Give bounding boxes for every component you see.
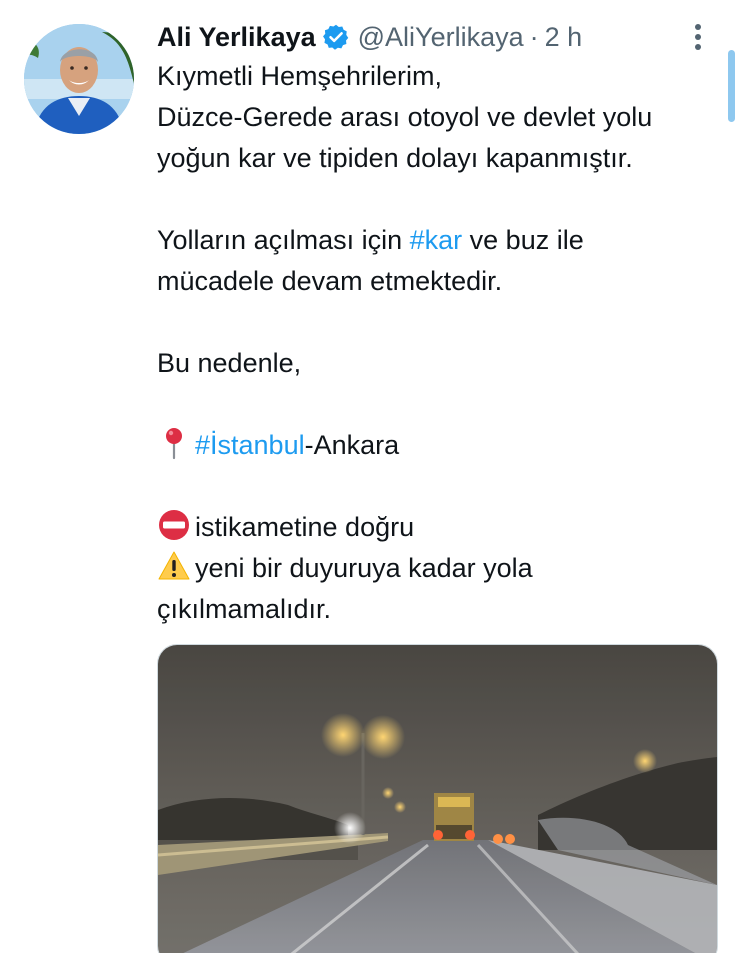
text-segment: -Ankara <box>304 430 400 460</box>
text-line: yoğun kar ve tipiden dolayı kapanmıştır. <box>157 143 633 173</box>
text-line: çıkılmamalıdır. <box>157 594 332 624</box>
text-line: Kıymetli Hemşehrilerim, <box>157 61 443 91</box>
text-line: yeni bir duyuruya kadar yola <box>157 548 727 589</box>
avatar[interactable] <box>24 24 134 134</box>
avatar-photo <box>24 24 134 134</box>
tweet-timestamp[interactable]: 2 h <box>545 18 583 56</box>
round-pushpin-emoji-icon <box>157 426 191 460</box>
hashtag-link[interactable]: #İstanbul <box>195 430 305 460</box>
warning-emoji-icon <box>157 549 191 583</box>
tweet: Ali Yerlikaya @AliYerlikaya · 2 h Kıymet… <box>0 0 740 953</box>
tweet-header: Ali Yerlikaya @AliYerlikaya · 2 h <box>157 18 582 56</box>
hashtag-link[interactable]: #kar <box>410 225 463 255</box>
more-options-icon[interactable] <box>688 22 708 52</box>
text-segment: ve buz ile <box>462 225 584 255</box>
video-thumbnail <box>158 645 717 953</box>
text-line: mücadele devam etmektedir. <box>157 266 503 296</box>
text-line: istikametine doğru <box>157 507 727 548</box>
tweet-text: Kıymetli Hemşehrilerim, Düzce-Gerede ara… <box>157 56 727 630</box>
scrollbar-thumb[interactable] <box>728 50 735 122</box>
text-segment: istikametine doğru <box>195 512 415 542</box>
meta-separator: · <box>529 22 539 52</box>
text-line: Bu nedenle, <box>157 348 302 378</box>
display-name[interactable]: Ali Yerlikaya <box>157 18 316 56</box>
user-handle[interactable]: @AliYerlikaya <box>358 18 524 56</box>
text-segment: yeni bir duyuruya kadar yola <box>195 553 533 583</box>
text-line: Yolların açılması için #kar ve buz ile <box>157 220 727 261</box>
no-entry-emoji-icon <box>157 508 191 542</box>
media-video[interactable] <box>157 644 718 953</box>
text-segment: Yolların açılması için <box>157 225 410 255</box>
text-line: #İstanbul-Ankara <box>157 425 727 466</box>
verified-badge-icon <box>322 23 350 51</box>
text-line: Düzce-Gerede arası otoyol ve devlet yolu <box>157 102 653 132</box>
